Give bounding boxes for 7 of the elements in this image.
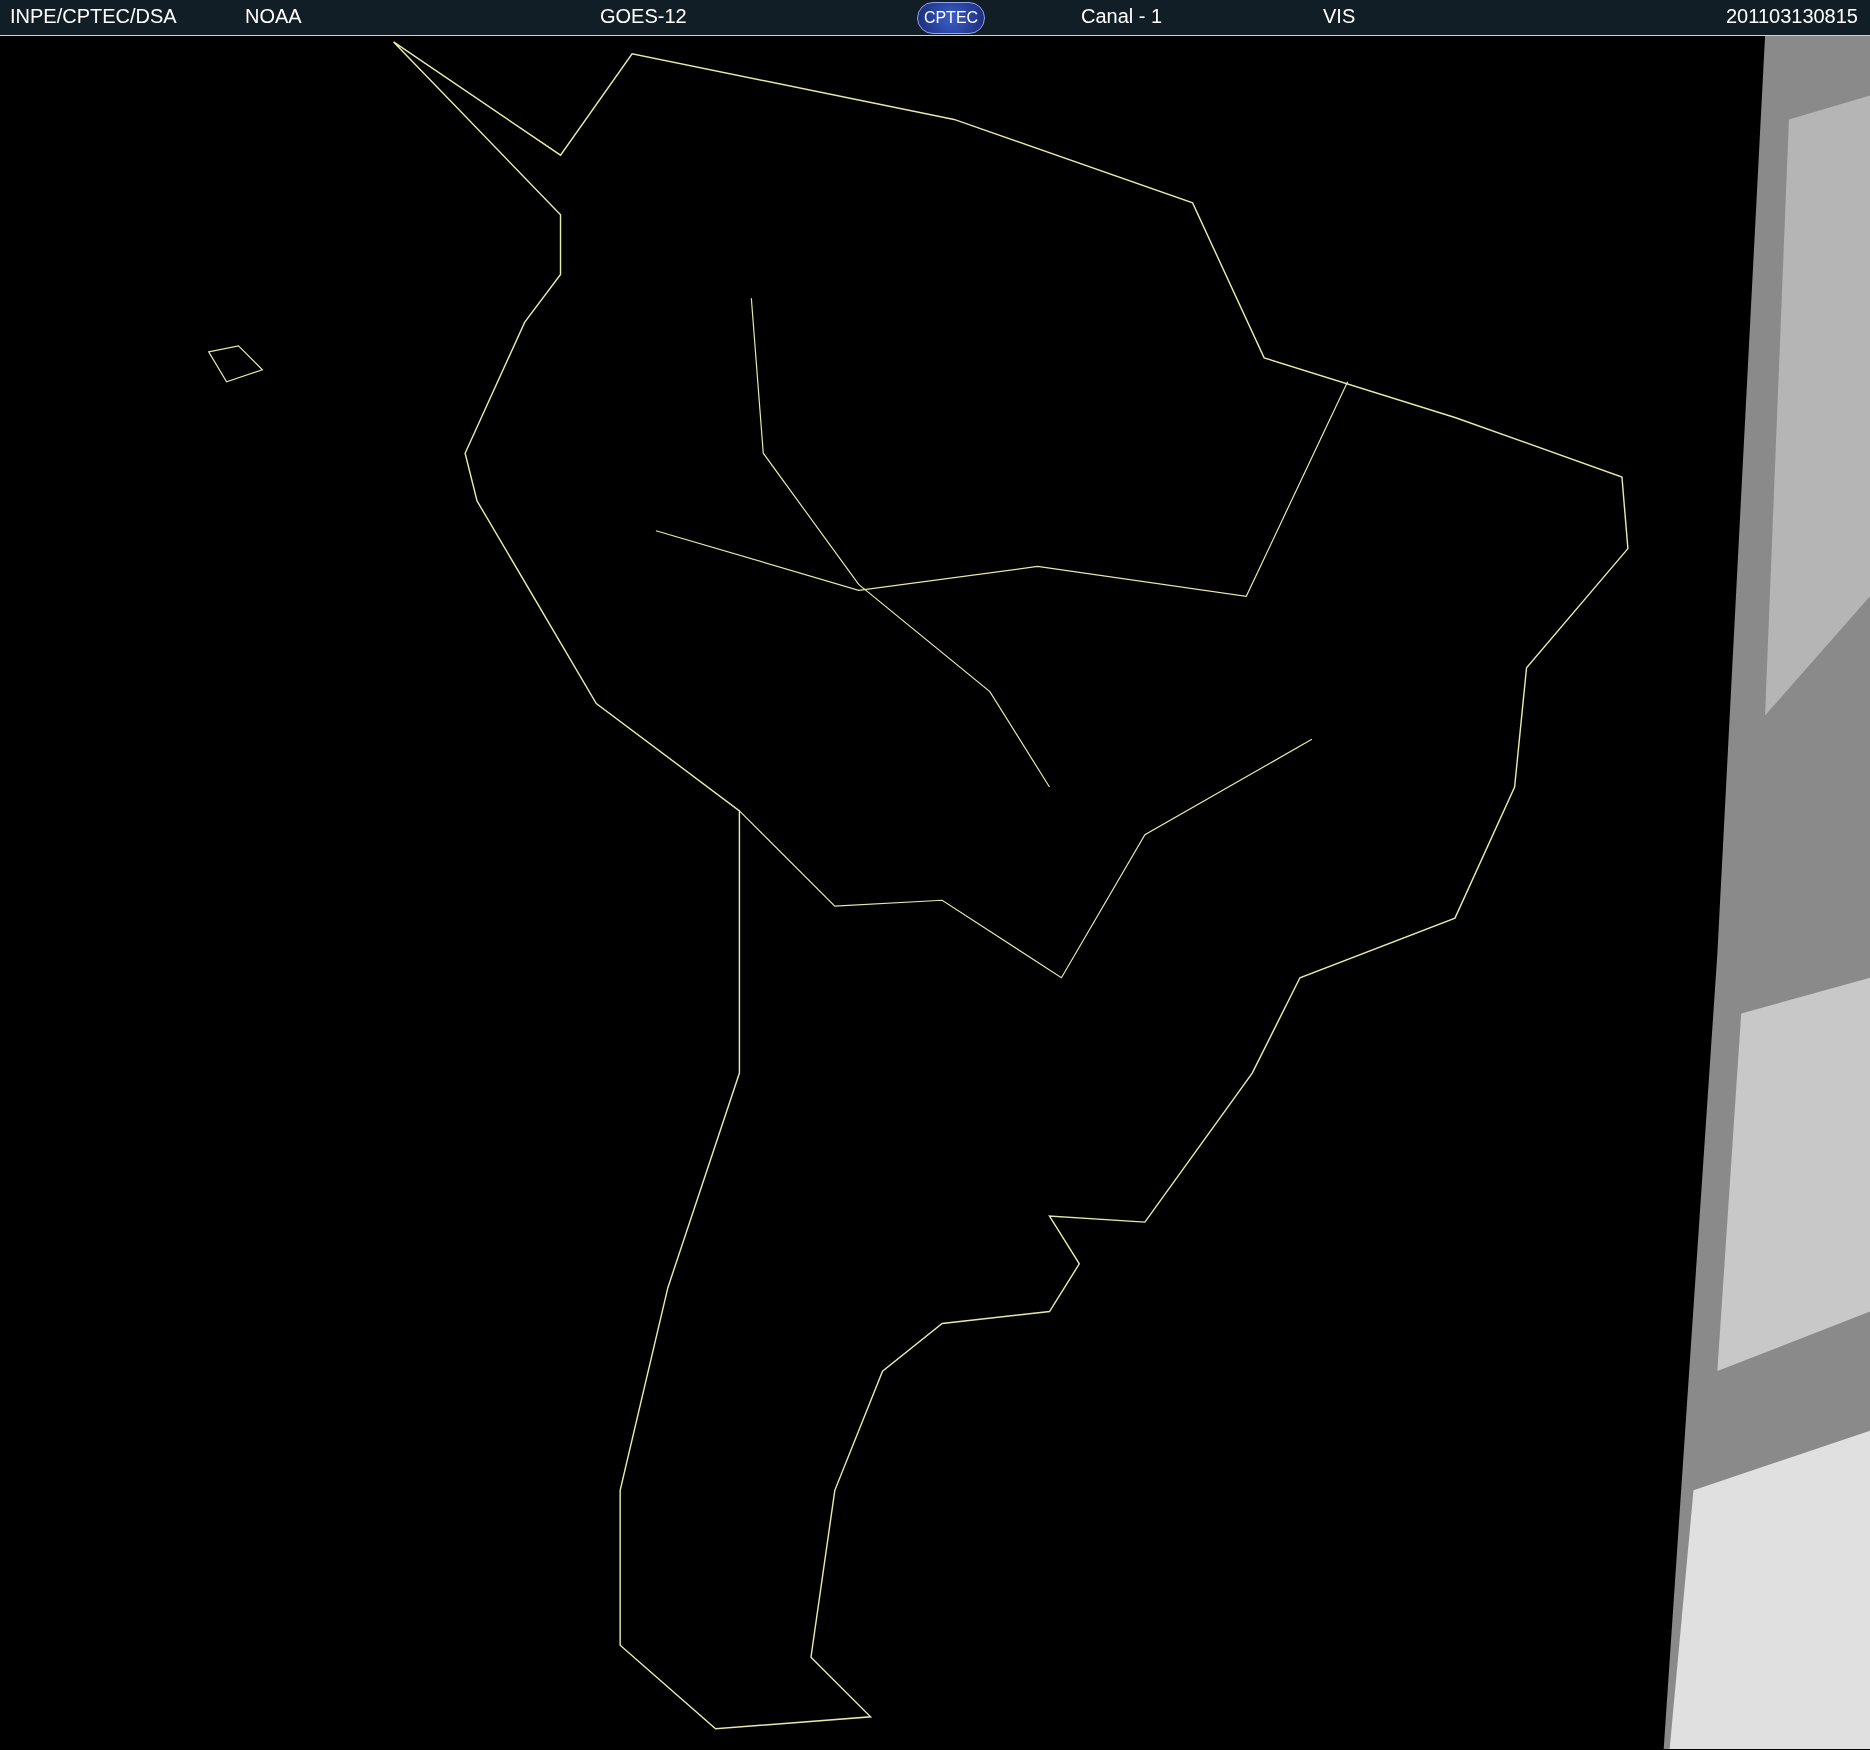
header-label: 201103130815 (1726, 4, 1858, 27)
header-label: GOES-12 (600, 4, 687, 27)
logo: CPTEC (917, 1, 985, 34)
header-label: Canal - 1 (1081, 4, 1163, 27)
header-label: NOAA (245, 4, 302, 27)
header-label: VIS (1323, 4, 1356, 27)
header-label: INPE/CPTEC/DSA (10, 4, 177, 27)
